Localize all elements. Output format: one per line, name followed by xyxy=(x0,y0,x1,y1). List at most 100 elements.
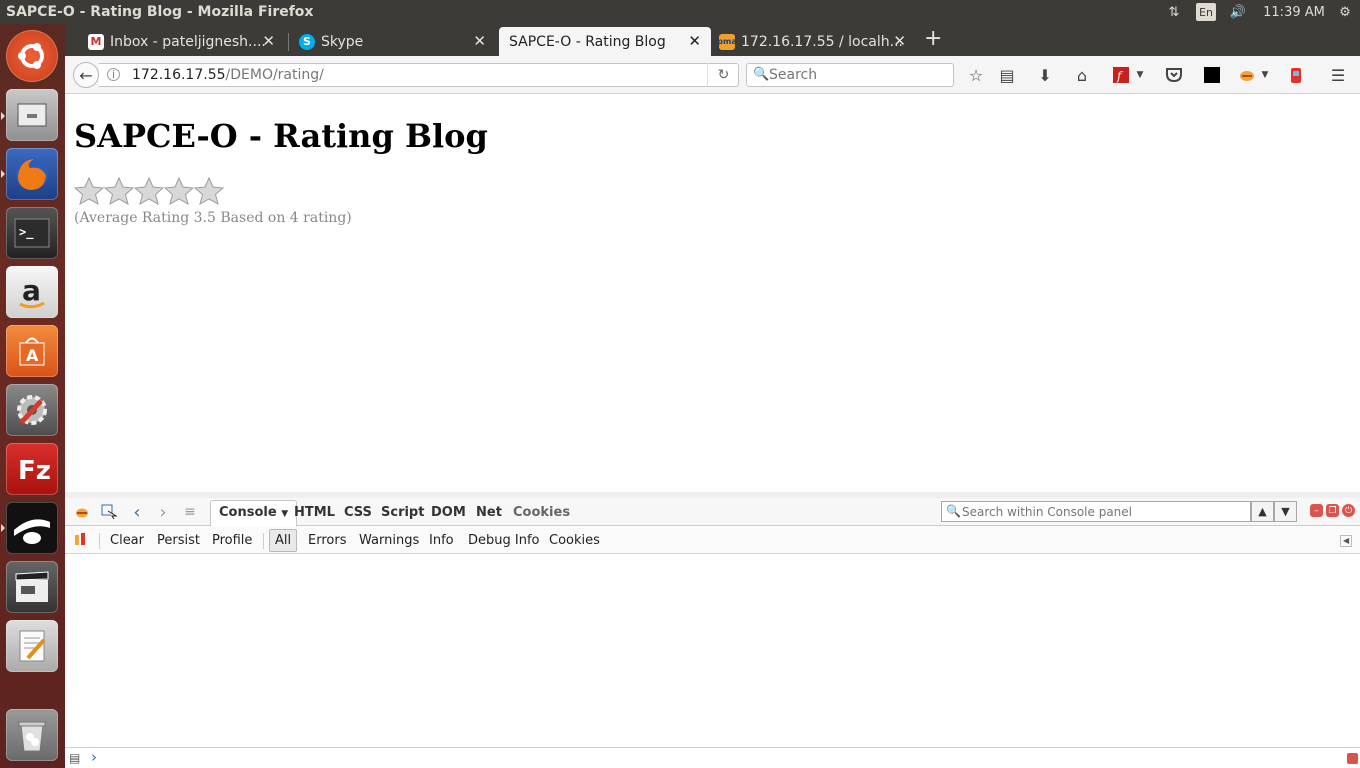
svg-text:>_: >_ xyxy=(19,225,34,240)
download-icon[interactable]: ⬇ xyxy=(1034,64,1056,86)
reload-button[interactable]: ↻ xyxy=(707,63,739,87)
terminal-icon[interactable]: >_ xyxy=(6,207,58,259)
firebug-icon[interactable] xyxy=(1236,64,1258,86)
close-icon[interactable]: ✕ xyxy=(473,32,486,50)
console-search-input[interactable] xyxy=(962,503,1242,520)
url-bar[interactable]: i 172.16.17.55/DEMO/rating/ xyxy=(99,63,739,87)
tab-net[interactable]: Net xyxy=(476,503,502,523)
collapse-icon[interactable]: ◀ xyxy=(1340,535,1353,547)
ubuntu-dash-icon[interactable] xyxy=(6,30,58,82)
inspect-element-icon[interactable] xyxy=(100,503,118,521)
filter-cookies[interactable]: Cookies xyxy=(549,532,600,550)
bookmarks-list-icon[interactable]: ▤ xyxy=(996,64,1018,86)
command-prompt: › xyxy=(91,748,97,766)
flash-icon[interactable]: f xyxy=(1110,64,1132,86)
console-toolbar: Clear Persist Profile All Errors Warning… xyxy=(65,527,1360,554)
tab-label: SAPCE-O - Rating Blog xyxy=(509,33,666,50)
tab-skype[interactable]: S Skype ✕ xyxy=(291,27,496,56)
black-square-icon[interactable] xyxy=(1201,64,1223,86)
skype-icon: S xyxy=(299,33,315,50)
tab-rating-blog[interactable]: SAPCE-O - Rating Blog ✕ xyxy=(499,27,711,56)
amazon-icon[interactable]: a xyxy=(6,266,58,318)
star-rating[interactable] xyxy=(74,177,224,205)
bookmark-star-icon[interactable]: ☆ xyxy=(965,64,987,86)
trash-icon[interactable] xyxy=(6,709,58,761)
volume-icon[interactable]: 🔊 xyxy=(1227,3,1249,21)
filter-debug-info[interactable]: Debug Info xyxy=(468,532,540,550)
files-icon[interactable] xyxy=(6,89,58,141)
tab-console[interactable]: Console ▼ xyxy=(210,500,298,527)
svg-text:a: a xyxy=(22,274,41,307)
software-center-icon[interactable]: A xyxy=(6,325,58,377)
tab-css[interactable]: CSS xyxy=(344,503,372,523)
system-settings-icon[interactable] xyxy=(6,384,58,436)
rating-star-icon[interactable] xyxy=(74,177,104,205)
rating-star-icon[interactable] xyxy=(164,177,194,205)
pocket-icon[interactable] xyxy=(1163,64,1185,86)
text-editor-icon[interactable] xyxy=(6,620,58,672)
video-editor-icon[interactable] xyxy=(6,561,58,613)
url-path: /DEMO/rating/ xyxy=(225,67,324,83)
filter-info[interactable]: Info xyxy=(429,532,454,550)
command-line[interactable]: ▤ › xyxy=(65,747,1360,768)
keyboard-layout-indicator[interactable]: En xyxy=(1196,3,1216,21)
tab-cookies[interactable]: Cookies xyxy=(513,503,570,523)
close-icon[interactable]: ✕ xyxy=(262,32,275,50)
minimize-icon[interactable]: – xyxy=(1310,504,1323,517)
profile-button[interactable]: Profile xyxy=(212,532,252,550)
tab-script[interactable]: Script xyxy=(381,503,424,523)
search-next-button[interactable]: ▼ xyxy=(1274,501,1297,522)
new-tab-button[interactable]: + xyxy=(924,28,942,50)
filezilla-icon[interactable]: Fz xyxy=(6,443,58,495)
clear-button[interactable]: Clear xyxy=(110,532,144,550)
detach-icon[interactable]: ❐ xyxy=(1326,504,1339,517)
filter-all[interactable]: All xyxy=(269,529,298,552)
eye-app-icon[interactable] xyxy=(6,502,58,554)
url-text[interactable]: 172.16.17.55/DEMO/rating/ xyxy=(132,67,324,83)
filter-errors[interactable]: Errors xyxy=(308,532,346,550)
chevron-down-icon[interactable]: ▼ xyxy=(1134,64,1146,86)
close-icon[interactable]: ✕ xyxy=(893,32,906,50)
firefox-icon[interactable] xyxy=(6,148,58,200)
tab-dom[interactable]: DOM xyxy=(431,503,466,523)
gear-icon[interactable]: ⚙ xyxy=(1335,3,1355,21)
filter-warnings[interactable]: Warnings xyxy=(359,532,419,550)
close-firebug-icon[interactable]: ⏻ xyxy=(1342,504,1355,517)
search-input[interactable] xyxy=(769,66,949,84)
tab-html[interactable]: HTML xyxy=(294,503,335,523)
chevron-left-icon[interactable]: ‹ xyxy=(128,502,146,523)
network-transfer-icon[interactable]: ⇅ xyxy=(1164,3,1184,21)
tab-phpmyadmin[interactable]: pma 172.16.17.55 / localh... ✕ xyxy=(711,27,916,56)
site-info-icon[interactable]: i xyxy=(107,68,120,81)
rating-star-icon[interactable] xyxy=(134,177,164,205)
console-search-box[interactable]: 🔍 xyxy=(941,501,1251,522)
tab-gmail[interactable]: M Inbox - pateljignesh.... ✕ xyxy=(80,27,285,56)
error-indicator-icon[interactable] xyxy=(1347,753,1358,764)
svg-text:A: A xyxy=(26,346,39,365)
console-menu-icon[interactable]: ▤ xyxy=(69,751,80,765)
search-previous-button[interactable]: ▲ xyxy=(1251,501,1274,522)
extension-icon[interactable] xyxy=(1285,64,1307,86)
toolbar-separator xyxy=(263,533,264,549)
persist-button[interactable]: Persist xyxy=(157,532,200,550)
rating-star-icon[interactable] xyxy=(104,177,134,205)
tab-label: Skype xyxy=(321,33,364,50)
system-top-bar: SAPCE-O - Rating Blog - Mozilla Firefox … xyxy=(0,0,1360,24)
home-icon[interactable]: ⌂ xyxy=(1071,64,1093,86)
running-indicator xyxy=(1,524,5,532)
search-box[interactable]: 🔍 xyxy=(746,63,954,87)
back-button[interactable]: ← xyxy=(73,62,99,88)
chevron-down-icon[interactable]: ▼ xyxy=(1259,64,1271,86)
clock[interactable]: 11:39 AM xyxy=(1261,3,1327,21)
navigation-toolbar: ← i 172.16.17.55/DEMO/rating/ ↻ 🔍 ☆ ▤ ⬇ … xyxy=(65,56,1360,94)
url-host: 172.16.17.55 xyxy=(132,67,226,83)
tab-label: Inbox - pateljignesh.... xyxy=(110,33,266,50)
command-editor-icon[interactable]: ≡ xyxy=(181,503,199,521)
rating-star-icon[interactable] xyxy=(194,177,224,205)
console-options-icon[interactable] xyxy=(74,532,88,550)
firebug-icon[interactable] xyxy=(73,503,91,521)
close-icon[interactable]: ✕ xyxy=(688,32,701,50)
chevron-right-icon[interactable]: › xyxy=(154,502,172,523)
hamburger-menu-icon[interactable]: ☰ xyxy=(1327,64,1349,86)
page-content: SAPCE-O - Rating Blog (Average Rating 3.… xyxy=(65,95,1360,492)
